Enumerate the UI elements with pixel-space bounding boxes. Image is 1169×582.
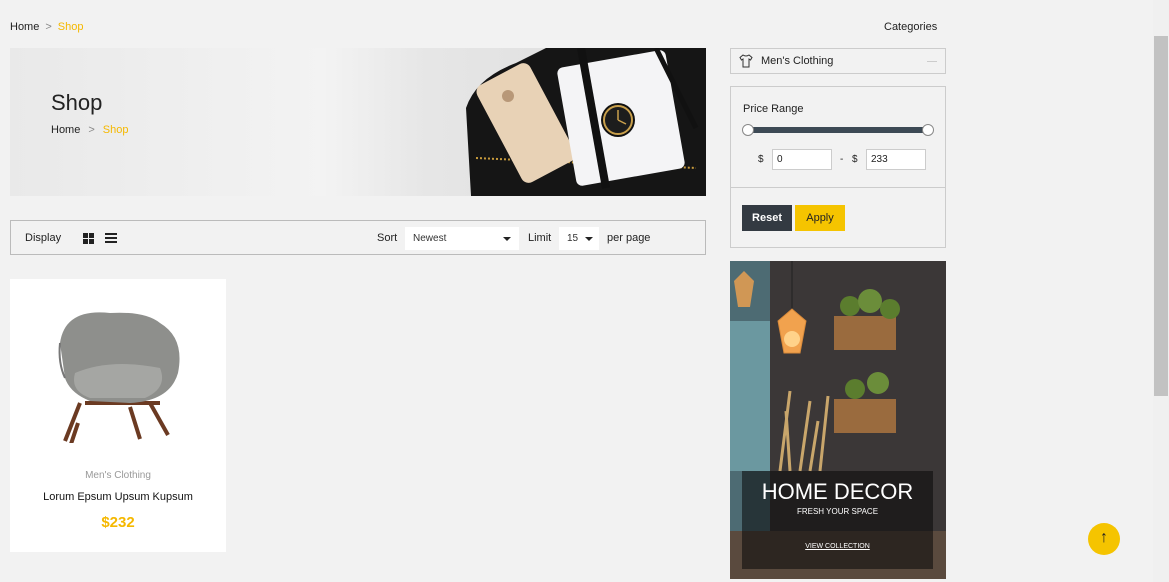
shirt-icon [739,54,753,68]
shop-toolbar: Display Sort Newest Limit 15 per page [10,220,706,255]
product-image [58,312,180,443]
view-collection-link[interactable]: VIEW COLLECTION [742,543,933,550]
breadcrumb-current: Shop [57,21,84,33]
product-category: Men's Clothing [85,470,151,481]
grid-view-icon[interactable] [83,233,94,244]
promo-banner[interactable]: HOME DECOR FRESH YOUR SPACE VIEW COLLECT… [730,261,946,579]
limit-select-value: 15 [567,233,579,244]
price-slider-track[interactable] [748,127,928,133]
sort-select-value: Newest [413,233,447,244]
scrollbar-thumb[interactable] [1154,36,1168,396]
hero-breadcrumb-current: Shop [102,124,129,136]
promo-subtitle: FRESH YOUR SPACE [796,507,879,516]
breadcrumb-separator: > [45,21,52,33]
limit-label: Limit [528,232,552,244]
sidebar-item-label: Men's Clothing [761,55,834,67]
chevron-down-icon [503,237,511,241]
currency-symbol: $ [758,154,764,165]
promo-title: HOME DECOR [761,479,914,504]
apply-button[interactable]: Apply [795,205,845,231]
price-slider-max-handle[interactable] [922,124,934,136]
sort-label: Sort [377,232,398,244]
currency-symbol: $ [852,154,858,165]
price-min-input[interactable] [772,149,832,170]
sort-select[interactable]: Newest [405,227,519,250]
price-range-title: Price Range [743,103,804,115]
categories-title: Categories [884,21,938,33]
breadcrumb: Home > Shop [10,21,83,33]
price-range-filter: Price Range $ - $ Reset Apply [730,86,946,248]
hero-image [466,48,706,196]
hero-banner: Shop Home > Shop [10,48,706,196]
scroll-to-top-button[interactable]: ↑ [1088,523,1120,555]
reset-button[interactable]: Reset [742,205,792,231]
chevron-down-icon [585,237,593,241]
per-page-label: per page [607,232,651,244]
price-max-input[interactable] [866,149,926,170]
collapse-icon[interactable] [927,61,937,62]
list-view-icon[interactable] [105,233,117,244]
breadcrumb-home-link[interactable]: Home [10,21,39,33]
product-price: $232 [101,514,135,531]
page-scrollbar[interactable] [1153,0,1169,582]
price-slider-min-handle[interactable] [742,124,754,136]
product-name[interactable]: Lorum Epsum Upsum Kupsum [10,491,226,503]
promo-overlay: HOME DECOR FRESH YOUR SPACE VIEW COLLECT… [742,471,933,569]
display-label: Display [25,232,62,244]
divider [731,187,945,188]
product-card[interactable]: Men's Clothing Lorum Epsum Upsum Kupsum … [10,279,226,552]
limit-select[interactable]: 15 [559,227,599,250]
hero-breadcrumb: Home > Shop [51,124,128,136]
sidebar-item-mens-clothing[interactable]: Men's Clothing [730,48,946,74]
price-range-dash: - [840,154,844,165]
page-title: Shop [51,90,103,115]
hero-breadcrumb-home[interactable]: Home [51,124,80,136]
hero-breadcrumb-separator: > [88,124,95,136]
